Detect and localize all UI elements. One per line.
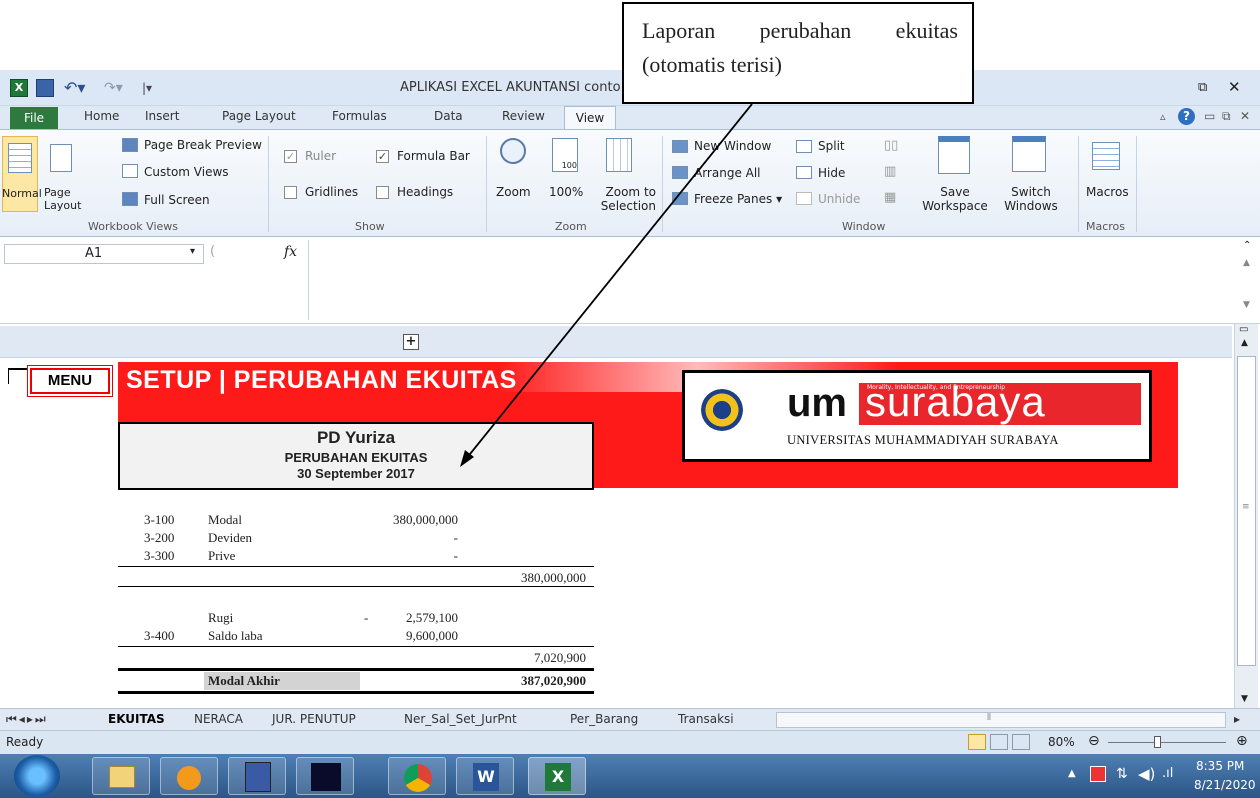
normal-view-status-icon[interactable] xyxy=(968,734,986,750)
volume-icon[interactable]: ◀) xyxy=(1138,765,1155,783)
zoom-out-icon[interactable]: ⊖ xyxy=(1088,733,1100,749)
clock-date[interactable]: 8/21/2020 xyxy=(1194,778,1256,792)
folder-icon xyxy=(109,766,135,788)
sheet-tab-jur-penutup[interactable]: JUR. PENUTUP xyxy=(272,712,356,726)
page-layout-status-icon[interactable] xyxy=(990,734,1008,750)
action-center-icon[interactable] xyxy=(1090,766,1106,782)
excel-icon: X xyxy=(545,763,571,791)
status-bar: Ready 80% ⊖ ⊕ xyxy=(0,730,1260,754)
chrome-button[interactable] xyxy=(388,757,446,795)
show-hidden-icons[interactable]: ▲ xyxy=(1068,768,1076,779)
sheet-tab-ekuitas[interactable]: EKUITAS xyxy=(108,712,165,726)
lisrel-button[interactable] xyxy=(228,757,286,795)
network-icon[interactable]: ⇅ xyxy=(1116,766,1128,782)
scroll-right-icon[interactable]: ▸ xyxy=(1234,712,1240,726)
arrow-line xyxy=(465,103,753,460)
sheet-tab-transaksi[interactable]: Transaksi xyxy=(678,712,734,726)
start-button[interactable] xyxy=(14,755,60,797)
word-button[interactable]: W xyxy=(456,757,514,795)
sheet-tabs-bar: ⏮◂▸⏭ EKUITAS NERACA JUR. PENUTUP Ner_Sal… xyxy=(0,708,1260,730)
terminal-button[interactable] xyxy=(296,757,354,795)
sheet-tab-neraca[interactable]: NERACA xyxy=(194,712,243,726)
taskbar: W X ▲ ⇅ ◀) .ıl 8:35 PM 8/21/2020 xyxy=(0,754,1260,798)
zoom-slider-thumb[interactable] xyxy=(1154,736,1161,748)
file-explorer-button[interactable] xyxy=(92,757,150,795)
sheet-nav-icons[interactable]: ⏮◂▸⏭ xyxy=(6,712,48,727)
media-player-icon xyxy=(177,766,201,790)
horizontal-scrollbar[interactable]: ⦀ xyxy=(776,712,1226,728)
zoom-in-icon[interactable]: ⊕ xyxy=(1236,733,1248,749)
zoom-level[interactable]: 80% xyxy=(1048,735,1075,749)
annotation-arrow xyxy=(460,103,753,467)
signal-icon[interactable]: .ıl xyxy=(1162,766,1173,781)
media-player-button[interactable] xyxy=(160,757,218,795)
screen: X ↶▾ ↷▾ |▾ APLIKASI EXCEL AKUNTANSI cont… xyxy=(0,0,1260,798)
page-break-status-icon[interactable] xyxy=(1012,734,1030,750)
word-icon: W xyxy=(473,763,499,791)
lisrel-icon xyxy=(245,762,271,792)
sheet-tab-ner-sal-set-jurpnt[interactable]: Ner_Sal_Set_JurPnt xyxy=(404,712,517,726)
zoom-slider[interactable] xyxy=(1108,736,1226,748)
sheet-tab-per-barang[interactable]: Per_Barang xyxy=(570,712,638,726)
excel-button[interactable]: X xyxy=(528,757,586,795)
clock-time[interactable]: 8:35 PM xyxy=(1196,759,1244,773)
status-ready: Ready xyxy=(6,735,44,749)
scroll-grip-icon: ⦀ xyxy=(987,713,991,723)
terminal-icon xyxy=(311,763,341,791)
chrome-icon xyxy=(404,764,432,792)
